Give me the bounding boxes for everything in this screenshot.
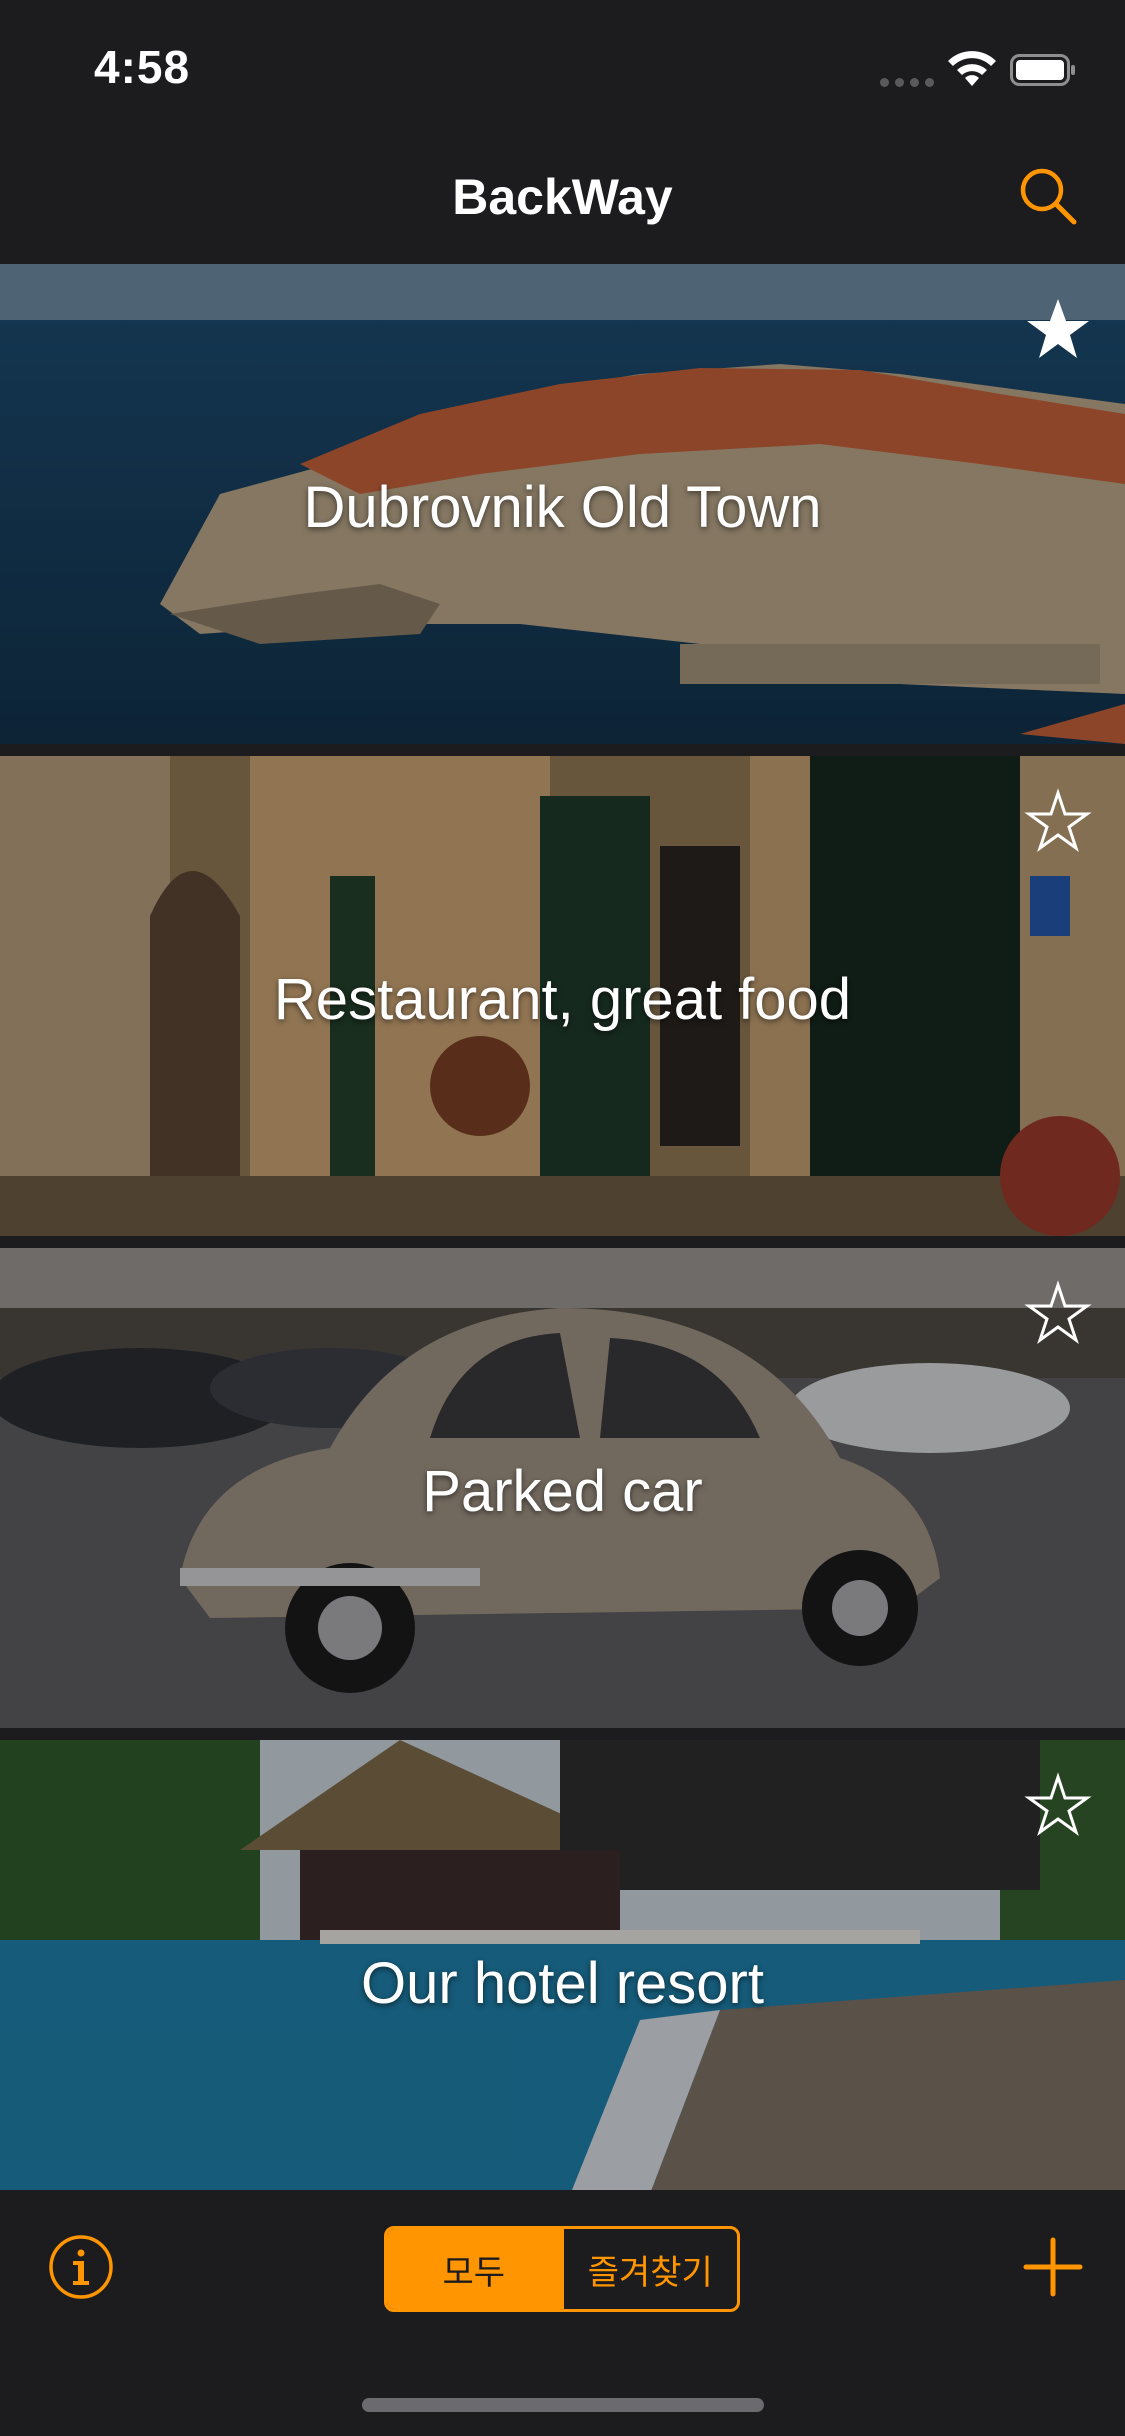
- bottom-toolbar: 모두 즐겨찾기: [0, 2190, 1125, 2436]
- wifi-icon: [948, 51, 996, 86]
- location-title: Parked car: [422, 1459, 703, 1524]
- location-title: Our hotel resort: [361, 1951, 764, 2016]
- search-icon[interactable]: [1016, 164, 1080, 228]
- segment-all[interactable]: 모두: [387, 2229, 561, 2309]
- star-filled-icon[interactable]: [1024, 296, 1092, 362]
- location-list: Dubrovnik Old Town Restaurant, great foo…: [0, 264, 1125, 2220]
- location-card[interactable]: Restaurant, great food: [0, 756, 1125, 1236]
- status-time: 4:58: [94, 41, 191, 93]
- location-card[interactable]: Parked car: [0, 1248, 1125, 1728]
- location-card[interactable]: Our hotel resort: [0, 1740, 1125, 2220]
- location-title: Dubrovnik Old Town: [303, 475, 822, 540]
- filter-segmented-control: 모두 즐겨찾기: [384, 2226, 740, 2312]
- cellular-signal-icon: [880, 74, 940, 92]
- status-bar: 4:58: [0, 0, 1125, 132]
- location-title: Restaurant, great food: [273, 967, 852, 1032]
- star-outline-icon[interactable]: [1024, 1280, 1092, 1346]
- location-card[interactable]: Dubrovnik Old Town: [0, 264, 1125, 744]
- plus-icon[interactable]: [1020, 2234, 1086, 2300]
- info-icon[interactable]: [48, 2234, 114, 2300]
- segment-favorites[interactable]: 즐겨찾기: [560, 2229, 738, 2309]
- battery-icon: [1010, 54, 1075, 86]
- nav-bar: BackWay: [0, 132, 1125, 264]
- screen: 4:58 BackWay Dubrovnik Old Town Restaura…: [0, 0, 1125, 2436]
- page-title: BackWay: [452, 169, 673, 225]
- star-outline-icon[interactable]: [1024, 788, 1092, 854]
- star-outline-icon[interactable]: [1024, 1772, 1092, 1838]
- home-indicator: [362, 2398, 764, 2412]
